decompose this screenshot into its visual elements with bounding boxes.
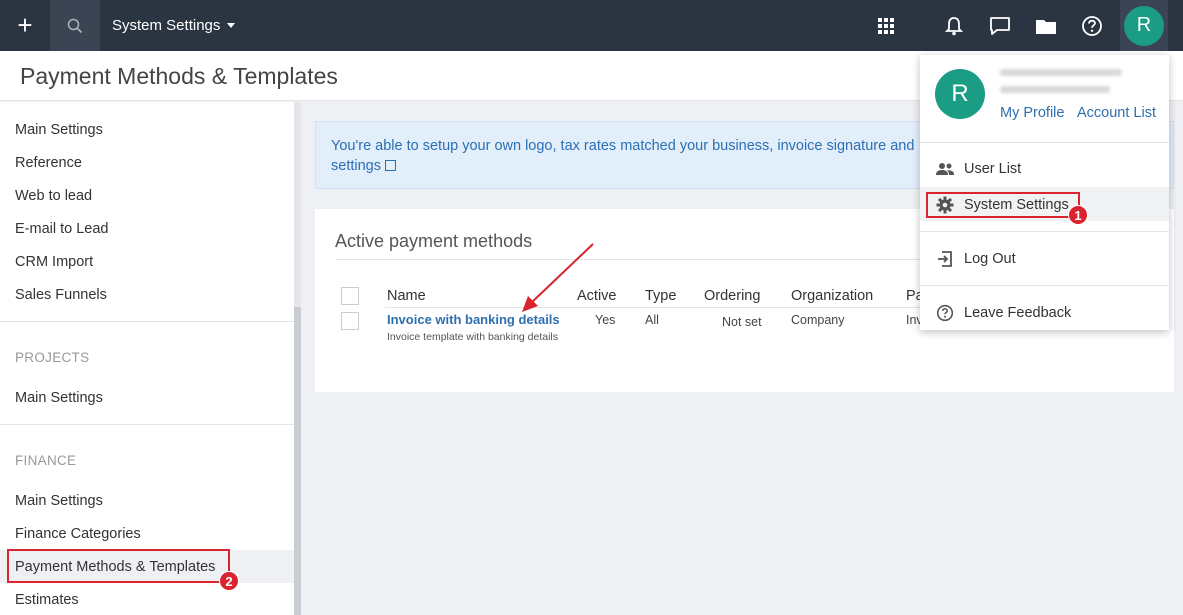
- sidebar-divider: [0, 424, 294, 425]
- sidebar-item-web-to-lead[interactable]: Web to lead: [15, 188, 92, 204]
- annotation-arrow: [522, 243, 594, 312]
- system-settings-menu[interactable]: System Settings: [112, 0, 236, 51]
- sidebar-section-finance: FINANCE: [15, 453, 77, 468]
- chevron-down-icon: [227, 23, 236, 28]
- user-list-item[interactable]: User List: [936, 161, 1021, 177]
- page-title: Payment Methods & Templates: [20, 63, 338, 89]
- my-profile-link[interactable]: My Profile: [1000, 105, 1064, 121]
- sidebar: Main Settings Reference Web to lead E-ma…: [0, 102, 294, 615]
- leave-feedback-label: Leave Feedback: [964, 305, 1072, 321]
- users-icon: [936, 163, 954, 175]
- sidebar-divider: [0, 321, 294, 322]
- log-out-label: Log Out: [964, 251, 1016, 267]
- apps-grid-icon: [878, 17, 894, 34]
- sidebar-item-projects-main-settings[interactable]: Main Settings: [15, 390, 103, 406]
- card-divider: [335, 259, 955, 260]
- bell-icon: [945, 16, 963, 35]
- sidebar-item-crm-import[interactable]: CRM Import: [15, 254, 93, 270]
- column-header-ordering[interactable]: Ordering: [704, 288, 760, 304]
- cell-organization: Company: [791, 313, 845, 327]
- sidebar-section-projects: PROJECTS: [15, 350, 90, 365]
- search-icon: [67, 18, 83, 33]
- select-all-checkbox[interactable]: [341, 287, 359, 305]
- question-circle-icon: [936, 304, 954, 322]
- sidebar-item-reference[interactable]: Reference: [15, 155, 82, 171]
- search-button[interactable]: [50, 0, 100, 51]
- sidebar-scrollbar[interactable]: [294, 102, 301, 615]
- user-avatar-button[interactable]: R: [1120, 0, 1168, 51]
- blurred-account: [1000, 86, 1110, 93]
- sidebar-item-finance-main-settings[interactable]: Main Settings: [15, 493, 103, 509]
- annotation-badge-1: 1: [1068, 205, 1088, 225]
- column-header-organization[interactable]: Organization: [791, 288, 873, 304]
- messages-button[interactable]: [980, 0, 1020, 51]
- dropdown-divider: [920, 231, 1169, 232]
- avatar: R: [1124, 5, 1164, 46]
- notifications-button[interactable]: [934, 0, 974, 51]
- files-button[interactable]: [1026, 0, 1066, 51]
- blurred-email: [1000, 69, 1122, 76]
- settings-link[interactable]: settings: [331, 158, 381, 174]
- top-bar: + System Settings R: [0, 0, 1183, 51]
- sidebar-item-email-to-lead[interactable]: E-mail to Lead: [15, 221, 109, 237]
- add-button[interactable]: +: [0, 0, 50, 51]
- help-button[interactable]: [1072, 0, 1112, 51]
- user-list-label: User List: [964, 161, 1022, 177]
- dropdown-avatar: R: [935, 69, 985, 119]
- info-text: You're able to setup your own logo, tax …: [331, 138, 915, 154]
- scrollbar-thumb[interactable]: [294, 307, 301, 615]
- external-link-icon: [384, 160, 396, 171]
- annotation-highlight-sidebar: [7, 549, 230, 583]
- help-icon: [1082, 15, 1102, 36]
- account-list-link[interactable]: Account List: [1077, 105, 1156, 121]
- cell-ordering: Not set: [722, 315, 762, 329]
- dropdown-divider: [920, 142, 1169, 143]
- column-header-name[interactable]: Name: [387, 288, 426, 304]
- system-settings-menu-label: System Settings: [112, 17, 221, 34]
- logout-icon: [938, 251, 952, 267]
- folder-icon: [1036, 19, 1056, 34]
- annotation-highlight-system-settings: [926, 192, 1080, 218]
- chat-icon: [990, 16, 1010, 35]
- sidebar-item-estimates[interactable]: Estimates: [15, 592, 79, 608]
- row-checkbox[interactable]: [341, 312, 359, 330]
- payment-method-description: Invoice template with banking details: [387, 331, 559, 343]
- table-header-divider: [385, 307, 985, 308]
- log-out-item[interactable]: Log Out: [936, 250, 1016, 268]
- dropdown-divider: [920, 285, 1169, 286]
- sidebar-item-main-settings[interactable]: Main Settings: [15, 122, 103, 138]
- leave-feedback-item[interactable]: Leave Feedback: [936, 304, 1071, 322]
- sidebar-item-finance-categories[interactable]: Finance Categories: [15, 526, 141, 542]
- annotation-badge-2: 2: [219, 571, 239, 591]
- info-banner-text: You're able to setup your own logo, tax …: [331, 136, 931, 176]
- sidebar-item-sales-funnels[interactable]: Sales Funnels: [15, 287, 107, 303]
- apps-button[interactable]: [866, 0, 906, 51]
- cell-type: All: [645, 313, 659, 327]
- column-header-type[interactable]: Type: [645, 288, 676, 304]
